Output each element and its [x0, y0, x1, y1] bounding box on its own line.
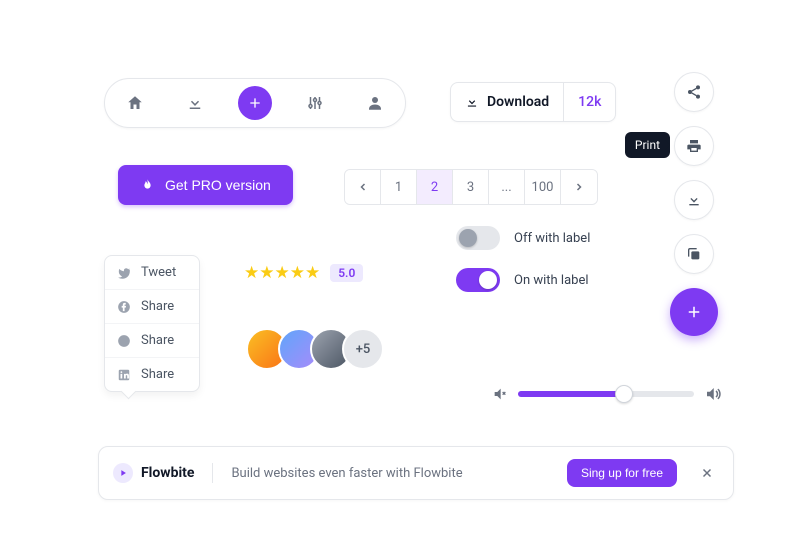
- copy-icon: [686, 246, 702, 262]
- rail-fab-button[interactable]: [670, 288, 718, 336]
- toggle-on[interactable]: [456, 268, 500, 292]
- share-reddit[interactable]: Share: [105, 324, 199, 358]
- toggle-on-label: On with label: [514, 273, 589, 288]
- volume-mute-icon[interactable]: [492, 386, 508, 402]
- page-ellipsis: ...: [489, 170, 525, 204]
- share-label: Tweet: [141, 265, 176, 280]
- rail-copy-button[interactable]: [674, 234, 714, 274]
- page-100[interactable]: 100: [525, 170, 561, 204]
- banner-brand-label: Flowbite: [141, 465, 194, 481]
- share-facebook[interactable]: Share: [105, 290, 199, 324]
- nav-profile[interactable]: [358, 86, 392, 120]
- download-button[interactable]: Download 12k: [450, 82, 616, 122]
- rating: ★★★★★ 5.0: [244, 263, 363, 283]
- share-linkedin[interactable]: Share: [105, 358, 199, 391]
- slider-thumb[interactable]: [615, 385, 633, 403]
- rail-print-button[interactable]: [674, 126, 714, 166]
- promo-banner: Flowbite Build websites even faster with…: [98, 446, 734, 500]
- get-pro-button[interactable]: Get PRO version: [118, 165, 293, 205]
- chevron-left-icon: [357, 181, 369, 193]
- download-label: Download: [487, 94, 549, 110]
- chevron-right-icon: [573, 181, 585, 193]
- download-icon: [186, 94, 204, 112]
- pagination: 1 2 3 ... 100: [344, 169, 598, 205]
- banner-close-button[interactable]: [695, 461, 719, 485]
- get-pro-label: Get PRO version: [165, 177, 271, 193]
- rail-tooltip: Print: [625, 132, 670, 158]
- sliders-icon: [306, 94, 324, 112]
- nav-add-button[interactable]: [238, 86, 272, 120]
- banner-cta-button[interactable]: Sing up for free: [567, 459, 677, 487]
- action-rail: [670, 72, 718, 336]
- avatar-group: +5: [246, 328, 384, 370]
- volume-up-icon[interactable]: [704, 385, 722, 403]
- twitter-icon: [117, 266, 131, 280]
- volume-slider: [492, 385, 722, 403]
- page-2[interactable]: 2: [417, 170, 453, 204]
- plus-icon: [685, 303, 703, 321]
- share-menu: Tweet Share Share Share: [104, 255, 200, 392]
- rating-stars: ★★★★★: [244, 263, 320, 283]
- user-icon: [366, 94, 384, 112]
- download-icon: [465, 95, 479, 109]
- share-label: Share: [141, 299, 174, 314]
- fire-icon: [140, 178, 155, 193]
- banner-brand: Flowbite: [113, 463, 213, 483]
- bottom-nav: [104, 78, 406, 128]
- play-icon: [113, 463, 133, 483]
- page-3[interactable]: 3: [453, 170, 489, 204]
- nav-home[interactable]: [118, 86, 152, 120]
- slider-track[interactable]: [518, 391, 694, 397]
- share-label: Share: [141, 333, 174, 348]
- close-icon: [700, 466, 714, 480]
- rail-share-button[interactable]: [674, 72, 714, 112]
- share-twitter[interactable]: Tweet: [105, 256, 199, 290]
- page-1[interactable]: 1: [381, 170, 417, 204]
- toggle-group: Off with label On with label: [456, 226, 590, 292]
- toggle-off-label: Off with label: [514, 231, 590, 246]
- home-icon: [126, 94, 144, 112]
- reddit-icon: [117, 334, 131, 348]
- rating-value: 5.0: [330, 264, 363, 282]
- rail-download-button[interactable]: [674, 180, 714, 220]
- toggle-off[interactable]: [456, 226, 500, 250]
- print-icon: [686, 138, 702, 154]
- download-icon: [686, 192, 702, 208]
- page-next[interactable]: [561, 170, 597, 204]
- avatar-extra[interactable]: +5: [342, 328, 384, 370]
- facebook-icon: [117, 300, 131, 314]
- nav-download[interactable]: [178, 86, 212, 120]
- plus-icon: [247, 95, 263, 111]
- slider-fill: [518, 391, 624, 397]
- page-prev[interactable]: [345, 170, 381, 204]
- banner-text: Build websites even faster with Flowbite: [231, 466, 548, 481]
- share-icon: [686, 84, 702, 100]
- linkedin-icon: [117, 368, 131, 382]
- nav-settings[interactable]: [298, 86, 332, 120]
- download-count: 12k: [563, 83, 615, 121]
- share-label: Share: [141, 367, 174, 382]
